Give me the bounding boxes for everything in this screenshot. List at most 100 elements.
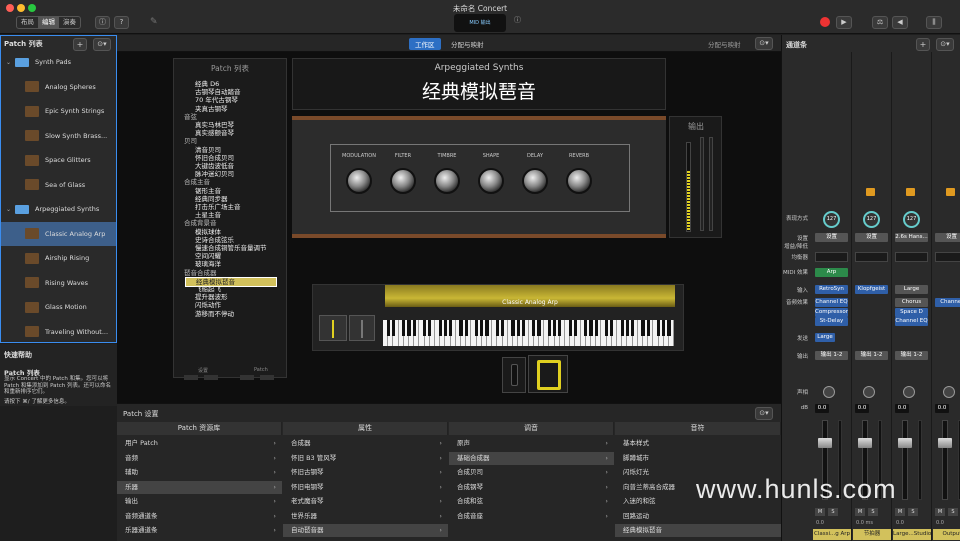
patch-list-item[interactable]: 真实感颤音琴 [195, 129, 234, 137]
knob-shape[interactable] [478, 168, 504, 194]
sidebar-item-patch[interactable]: Airship Rising [1, 246, 116, 270]
mode-slot[interactable]: Large [815, 333, 835, 342]
black-key[interactable] [443, 320, 448, 336]
eq-thumbnail[interactable] [815, 252, 848, 262]
speaker-icon[interactable]: ◀ [892, 16, 908, 29]
black-key[interactable] [422, 320, 427, 336]
settings-library-item[interactable]: 辅助 › [117, 466, 282, 479]
setting-slot[interactable]: 设置 [815, 233, 848, 242]
solo-button[interactable]: S [828, 508, 838, 516]
black-key[interactable] [407, 320, 411, 336]
settings-note-item[interactable]: 回路运动 [615, 510, 781, 523]
settings-attr-item[interactable]: 老式魔音琴 › [283, 495, 448, 508]
patch-prev-button[interactable] [240, 375, 254, 380]
volume-fader-cap[interactable] [858, 438, 872, 448]
pan-knob[interactable] [903, 386, 915, 398]
mixer-options-icon[interactable]: ⊙▾ [936, 38, 954, 51]
patch-list-item[interactable]: 模拟球体 [195, 228, 221, 236]
input-slot[interactable]: Large [895, 285, 928, 294]
black-key[interactable] [438, 320, 442, 336]
black-key[interactable] [521, 320, 526, 336]
patch-list-item[interactable]: 大键齿波低音 [195, 162, 234, 170]
black-key[interactable] [448, 320, 453, 336]
setting-prev-button[interactable] [184, 375, 198, 380]
chevron-down-icon[interactable]: ⌄ [6, 206, 11, 213]
settings-library-item[interactable]: 乐器 › [117, 480, 282, 494]
audio-fx-slot[interactable]: Channel EQ [815, 298, 848, 307]
tab-workspace[interactable]: 工作区 [409, 38, 441, 50]
black-key[interactable] [547, 320, 552, 336]
mute-button[interactable]: M [895, 508, 905, 516]
settings-library-item[interactable]: 用户 Patch › [117, 437, 282, 450]
sustain-pedal[interactable] [502, 357, 526, 393]
volume-fader-cap[interactable] [938, 438, 952, 448]
volume-fader-cap[interactable] [898, 438, 912, 448]
black-key[interactable] [474, 320, 479, 336]
play-icon[interactable]: ▶ [836, 16, 852, 29]
black-key[interactable] [552, 320, 557, 336]
workspace-options-icon[interactable]: ⊙▾ [755, 37, 773, 50]
pan-knob[interactable] [943, 386, 955, 398]
help-icon[interactable]: ? [114, 16, 129, 29]
black-key[interactable] [511, 320, 515, 336]
mode-edit-tab[interactable]: 编辑 [38, 17, 59, 28]
input-slot[interactable]: RetroSyn [815, 285, 848, 294]
patch-list-item[interactable]: 提升器波形 [195, 293, 228, 301]
setting-next-button[interactable] [204, 375, 218, 380]
black-key[interactable] [412, 320, 416, 336]
add-channel-button[interactable]: + [916, 38, 930, 51]
setting-slot[interactable]: 2.6s Hans... [895, 233, 928, 242]
settings-attr-item[interactable]: 世界乐器 › [283, 510, 448, 523]
patch-list-item[interactable]: 锯形主音 [195, 187, 221, 195]
patch-list-item[interactable]: 飞船起飞 [195, 285, 221, 293]
midi-fx-slot[interactable]: Arp [815, 268, 848, 277]
settings-tone-item[interactable]: 基础合成器 › [449, 451, 614, 465]
sidebar-item-folder[interactable]: ⌄ Synth Pads [1, 50, 116, 74]
black-key[interactable] [604, 320, 609, 336]
sidebar-item-patch[interactable]: Sea of Glass [1, 173, 116, 197]
black-key[interactable] [495, 320, 500, 336]
black-key[interactable] [558, 320, 562, 336]
knob-timbre[interactable] [434, 168, 460, 194]
info-icon[interactable]: ⓘ [95, 16, 110, 29]
patch-list-item[interactable]: 脉冲迷幻贝司 [195, 170, 234, 178]
black-key[interactable] [625, 320, 630, 336]
knob-delay[interactable] [522, 168, 548, 194]
black-key[interactable] [620, 320, 624, 336]
pan-knob[interactable] [863, 386, 875, 398]
pan-knob[interactable] [823, 386, 835, 398]
patch-list-item[interactable]: 真实马林巴琴 [195, 121, 234, 129]
settings-tone-item[interactable]: 合成和弦 › [449, 495, 614, 508]
patch-list-item[interactable]: 70 年代古钢琴 [195, 96, 238, 104]
audio-fx-slot[interactable]: Chorus [895, 298, 928, 307]
settings-attr-item[interactable]: 自动琶音器 › [283, 524, 448, 537]
settings-attr-item[interactable]: 怀旧古钢琴 › [283, 466, 448, 479]
sidebar-item-patch[interactable]: Rising Waves [1, 271, 116, 295]
black-key[interactable] [480, 320, 484, 336]
chevron-down-icon[interactable]: ⌄ [6, 59, 11, 66]
sidebar-item-patch[interactable]: Classic Analog Arp [1, 221, 116, 246]
black-key[interactable] [516, 320, 520, 336]
patch-list-item[interactable]: 清音贝司 [195, 146, 221, 154]
eq-thumbnail[interactable] [855, 252, 888, 262]
lcd-display[interactable]: MID 输出 [454, 14, 506, 32]
mute-button[interactable]: M [935, 508, 945, 516]
settings-attr-item[interactable]: 怀旧 B3 管风琴 › [283, 452, 448, 465]
black-key[interactable] [589, 320, 593, 336]
output-slot[interactable]: 输出 1-2 [855, 351, 888, 360]
mute-button[interactable]: M [815, 508, 825, 516]
black-key[interactable] [402, 320, 406, 336]
settings-tone-item[interactable]: 合成钢琴 › [449, 481, 614, 494]
audio-fx-slot[interactable]: St-Delay [815, 317, 848, 326]
settings-library-item[interactable]: 输出 › [117, 495, 282, 508]
black-key[interactable] [610, 320, 614, 336]
mode-perform-tab[interactable]: 演奏 [59, 17, 80, 28]
black-key[interactable] [568, 320, 572, 336]
pitch-bend-wheel[interactable] [319, 315, 347, 341]
assign-map-right[interactable]: 分配与映射 [708, 39, 741, 49]
audio-fx-slot[interactable]: Compressor [815, 307, 848, 317]
black-key[interactable] [662, 320, 666, 336]
black-key[interactable] [667, 320, 671, 336]
black-key[interactable] [594, 320, 598, 336]
settings-note-item[interactable]: 脚蹲城市 [615, 452, 781, 465]
